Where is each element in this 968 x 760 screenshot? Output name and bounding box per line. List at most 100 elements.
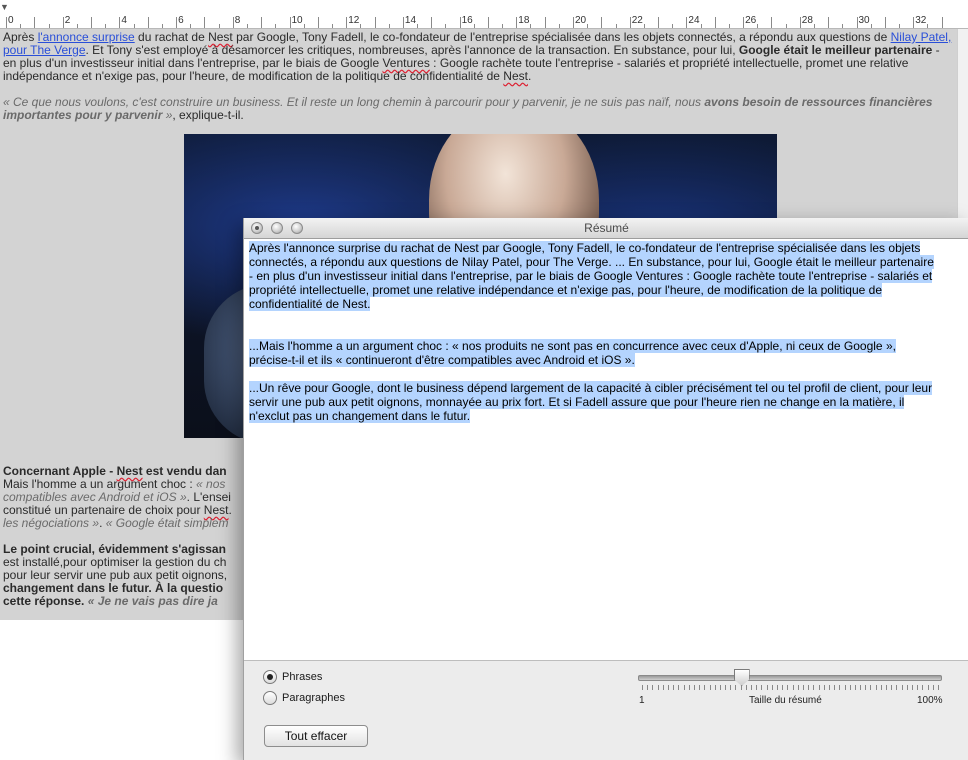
slider-tick <box>667 685 669 690</box>
ruler-tick <box>204 17 206 28</box>
ruler-number: 24 <box>688 15 700 26</box>
option-paragraphs[interactable]: Paragraphes <box>263 690 345 706</box>
ruler-tick <box>856 17 858 28</box>
ruler-tick <box>190 24 192 28</box>
slider-tick <box>777 685 779 690</box>
ruler-tick <box>728 24 730 28</box>
window-titlebar[interactable]: Résumé <box>244 218 968 239</box>
slider-tick <box>875 685 877 690</box>
ruler-number: 14 <box>404 15 417 26</box>
ruler-tick <box>232 17 234 28</box>
ruler-tick <box>459 17 461 28</box>
slider-tick <box>699 685 701 690</box>
ruler-tick <box>743 17 745 28</box>
radio-paragraphs[interactable] <box>263 691 277 705</box>
slider-tick <box>828 685 830 690</box>
slider-thumb[interactable] <box>733 669 750 686</box>
text-run: , explique-t-il. <box>172 108 244 122</box>
ruler-tick <box>502 24 504 28</box>
ruler-tick <box>34 17 36 28</box>
ruler-tick <box>147 17 149 28</box>
ruler-tick <box>417 24 419 28</box>
slider-tick <box>787 685 789 690</box>
slider-tick <box>678 685 680 690</box>
ruler-tick <box>870 24 872 28</box>
slider-tick <box>745 685 747 690</box>
slider-tick <box>719 685 721 690</box>
ruler-number: 16 <box>461 15 473 26</box>
ruler-tick <box>941 17 943 28</box>
bold-text: est vendu dan <box>142 464 227 478</box>
bold-text: Concernant Apple - <box>3 464 117 478</box>
ruler-tick <box>445 24 447 28</box>
slider-tick <box>673 685 675 690</box>
ruler-number: 26 <box>745 15 757 26</box>
ruler-tick <box>303 24 305 28</box>
slider-tick <box>688 685 690 690</box>
ruler-tick <box>487 17 489 28</box>
ruler-tick <box>119 17 121 28</box>
quote-text: « Ce que nous voulons, c'est construire … <box>3 95 705 109</box>
ruler-tick <box>813 24 815 28</box>
slider-tick <box>823 685 825 690</box>
slider-tick <box>647 685 649 690</box>
bold-text: Le point crucial, évidemment s'agissan <box>3 542 226 556</box>
option-sentences[interactable]: Phrases <box>263 669 322 685</box>
ruler-number: 4 <box>121 15 127 26</box>
radio-sentences[interactable] <box>263 670 277 684</box>
ruler-tick <box>6 17 7 28</box>
slider-ticks <box>642 685 939 691</box>
text-run: . <box>527 69 532 83</box>
text-run: est installé,pour optimiser la gestion d… <box>3 555 227 569</box>
ruler-tick <box>402 17 404 28</box>
slider-tick <box>725 685 727 690</box>
ruler-tick <box>360 24 362 28</box>
ruler-ticks <box>0 17 968 28</box>
summary-text[interactable]: Après l'annonce surprise du rachat de Ne… <box>249 241 941 423</box>
ruler-tick <box>672 24 674 28</box>
slider-min-label: 1 <box>639 695 645 706</box>
slider-tick <box>683 685 685 690</box>
ruler-tick <box>842 24 844 28</box>
summary-paragraph[interactable]: Après l'annonce surprise du rachat de Ne… <box>249 241 934 311</box>
ruler-tick <box>658 17 660 28</box>
bold-text: cette réponse. <box>3 594 88 608</box>
slider-tick <box>912 685 914 690</box>
slider-track[interactable] <box>638 675 942 681</box>
ruler-tick <box>587 24 589 28</box>
slider-tick <box>657 685 659 690</box>
ruler-number: 18 <box>518 15 530 26</box>
slider-tick <box>704 685 706 690</box>
ruler-tick <box>686 17 688 28</box>
ruler-tick <box>105 24 107 28</box>
summary-text-area[interactable]: Après l'annonce surprise du rachat de Ne… <box>244 239 968 661</box>
ruler-tick <box>771 17 773 28</box>
slider-tick <box>709 685 711 690</box>
misspelled-word: Nest <box>116 464 143 478</box>
ruler-tick <box>899 24 901 28</box>
ruler-tick <box>431 17 433 28</box>
ruler-tick <box>332 24 334 28</box>
ruler-number: 0 <box>8 15 14 26</box>
ruler-tick <box>530 24 532 28</box>
ruler-number: 20 <box>575 15 587 26</box>
summary-paragraph[interactable]: ...Un rêve pour Google, dont le business… <box>249 381 933 423</box>
quote-text: compatibles avec Android et iOS » <box>3 490 187 504</box>
ruler-tick <box>757 24 759 28</box>
ruler-tick <box>799 17 801 28</box>
link-annonce-surprise[interactable]: l'annonce surprise <box>38 30 135 44</box>
slider-tick <box>927 685 929 690</box>
slider-tick <box>818 685 820 690</box>
ruler-tick <box>289 17 291 28</box>
misspelled-word: Nest <box>208 30 233 44</box>
ruler-tick <box>20 24 22 28</box>
slider-tick <box>901 685 903 690</box>
slider-tick <box>792 685 794 690</box>
ruler-tick <box>629 17 631 28</box>
clear-all-button[interactable]: Tout effacer <box>264 725 368 747</box>
slider-tick <box>860 685 862 690</box>
ruler[interactable]: ▼ 0 2 4 6 8 10 12 14 16 18 20 22 24 26 28 30 32 <box>0 0 968 29</box>
tab-marker-icon[interactable]: ▼ <box>0 3 9 12</box>
ruler-tick <box>913 17 915 28</box>
summary-paragraph[interactable]: ...Mais l'homme a un argument choc : « n… <box>249 339 896 367</box>
